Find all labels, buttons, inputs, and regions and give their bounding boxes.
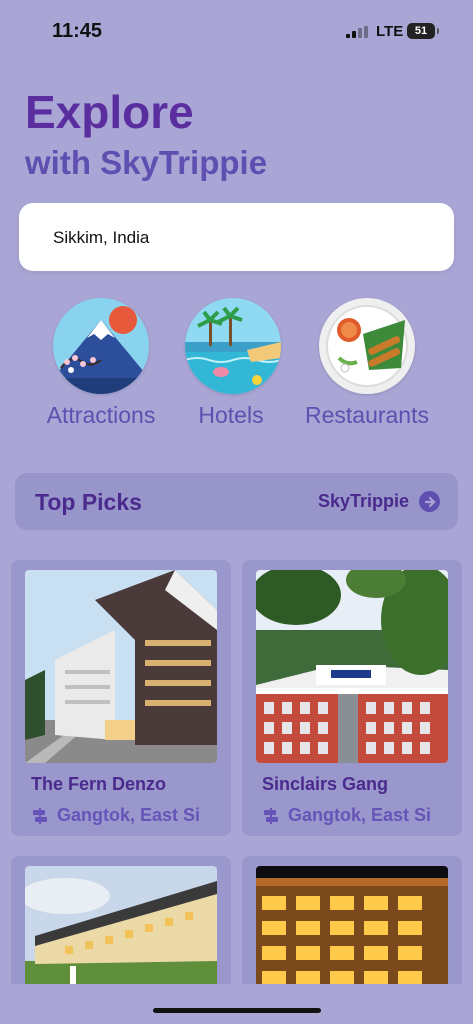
location-search-box[interactable] [19,203,454,271]
top-picks-title: Top Picks [35,489,142,515]
hotel-name: Sinclairs Gang [262,774,389,794]
category-label: Hotels [198,402,264,428]
pool-icon[interactable] [185,298,281,394]
page-title: Explore [25,86,194,138]
category-label: Restaurants [304,402,429,428]
hotel-name: The Fern Denzo [31,774,167,794]
signal-icon [346,26,368,38]
skytrippie-link-label: SkyTrippie [317,491,409,511]
skytrippie-link[interactable]: SkyTrippie [318,491,440,512]
hotel-location: Gangtok, East Si [262,805,458,826]
status-bar: 11:45 LTE 51 [0,0,473,62]
top-picks-header: Top Picks SkyTrippie [15,473,458,530]
hotel-location-label: Gangtok, East Si [288,805,432,825]
arrow-right-icon[interactable] [419,491,440,512]
network-label: LTE [376,23,404,40]
signpost-icon [264,807,278,824]
category-restaurants[interactable]: Restaurants [300,298,434,429]
mountain-icon[interactable] [53,298,149,394]
hotel-photo[interactable] [25,570,217,763]
location-input[interactable] [51,223,435,253]
status-time: 11:45 [52,20,103,42]
battery-icon: 51 [407,23,439,39]
hotel-photo[interactable] [256,570,448,763]
home-bar-area [0,984,473,1024]
category-attractions[interactable]: Attractions [40,298,162,429]
home-indicator[interactable] [153,1008,321,1013]
hotel-location-label: Gangtok, East Si [57,805,201,825]
signpost-icon [33,807,47,824]
page-subtitle: with SkyTrippie [25,144,268,181]
hotel-card[interactable]: The Fern Denzo Gangtok, East Si [11,560,231,836]
hotel-card[interactable]: Sinclairs Gang Gangtok, East Si [242,560,462,836]
category-label: Attractions [46,402,156,428]
hotel-location: Gangtok, East Si [31,805,227,826]
category-hotels[interactable]: Hotels [185,298,281,429]
food-plate-icon[interactable] [319,298,415,394]
